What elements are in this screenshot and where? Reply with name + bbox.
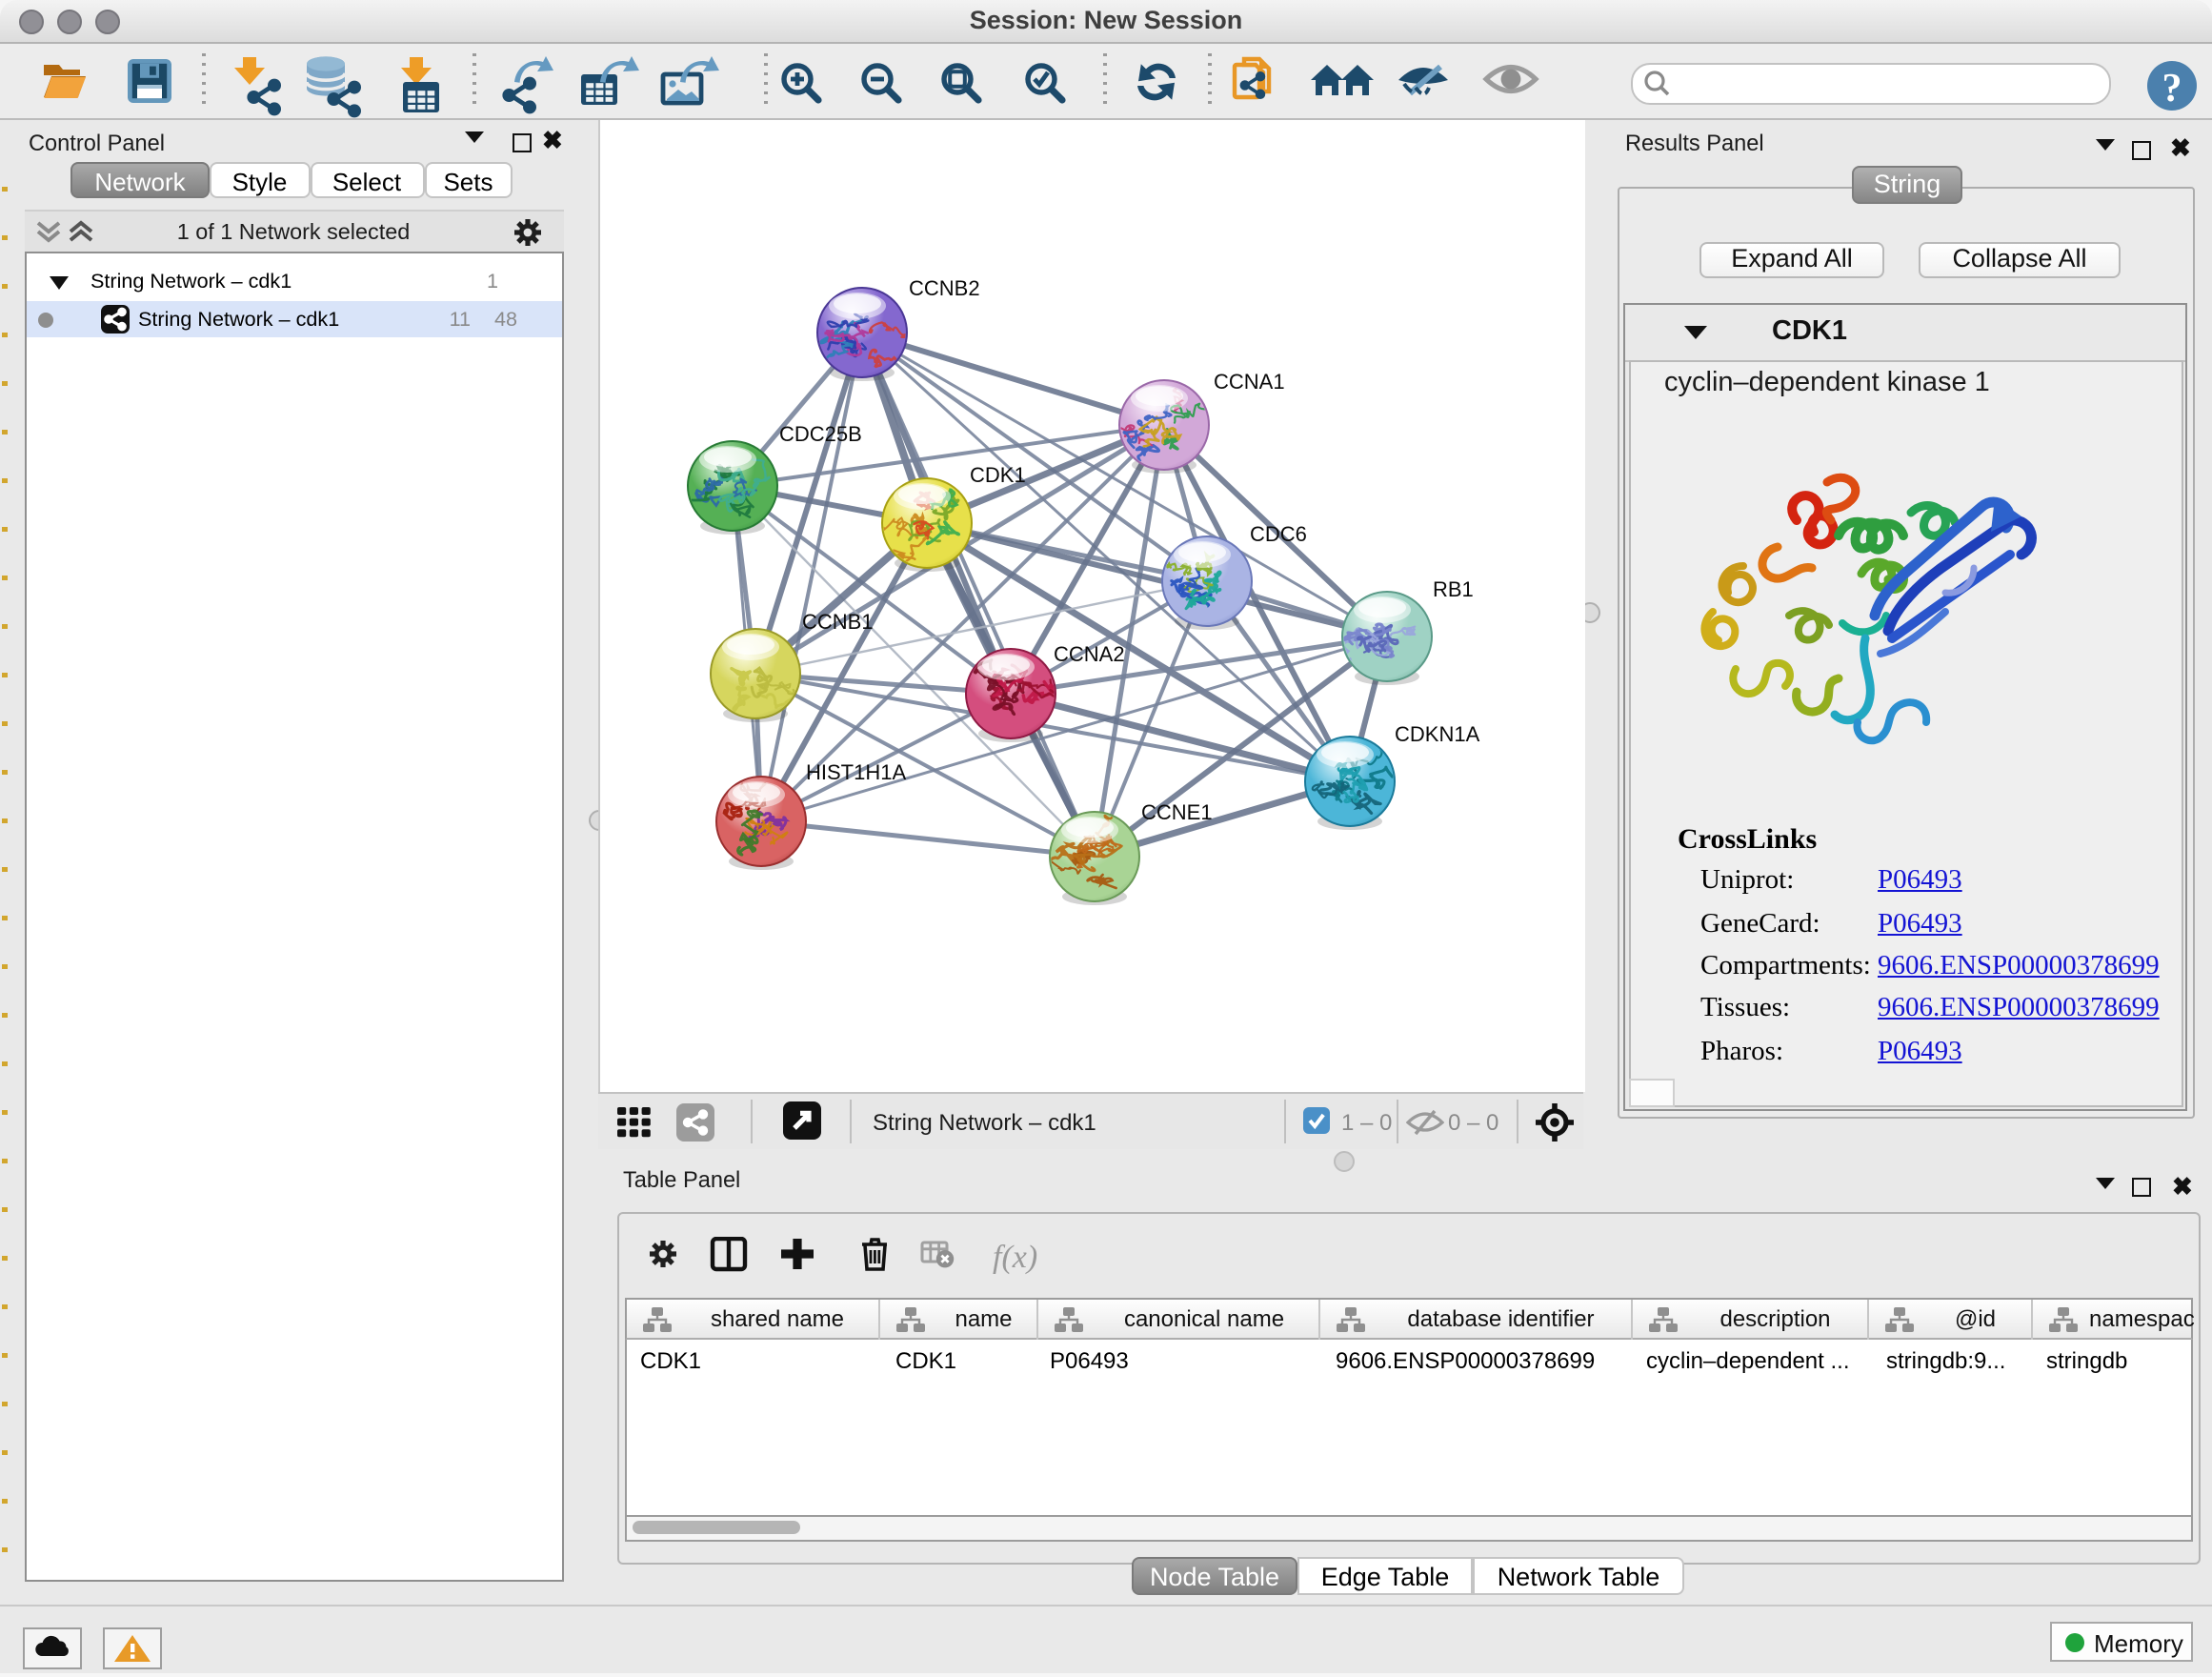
svg-text:1 of 1 Network selected: 1 of 1 Network selected: [176, 218, 409, 243]
svg-text:HIST1H1A: HIST1H1A: [806, 760, 906, 784]
svg-text:CCNA1: CCNA1: [1214, 370, 1285, 394]
svg-text:CCNB2: CCNB2: [909, 276, 980, 300]
svg-text:CCNE1: CCNE1: [1141, 800, 1213, 824]
svg-text:RB1: RB1: [1433, 577, 1474, 601]
svg-text:CDKN1A: CDKN1A: [1395, 722, 1480, 746]
svg-text:CDC6: CDC6: [1250, 522, 1307, 546]
svg-text:CCNB1: CCNB1: [802, 610, 874, 634]
svg-text:CDK1: CDK1: [970, 463, 1026, 487]
svg-text:f(x): f(x): [992, 1239, 1036, 1274]
svg-text:CDC25B: CDC25B: [779, 422, 862, 446]
svg-text:?: ?: [2162, 66, 2182, 110]
svg-text:CCNA2: CCNA2: [1054, 642, 1125, 666]
